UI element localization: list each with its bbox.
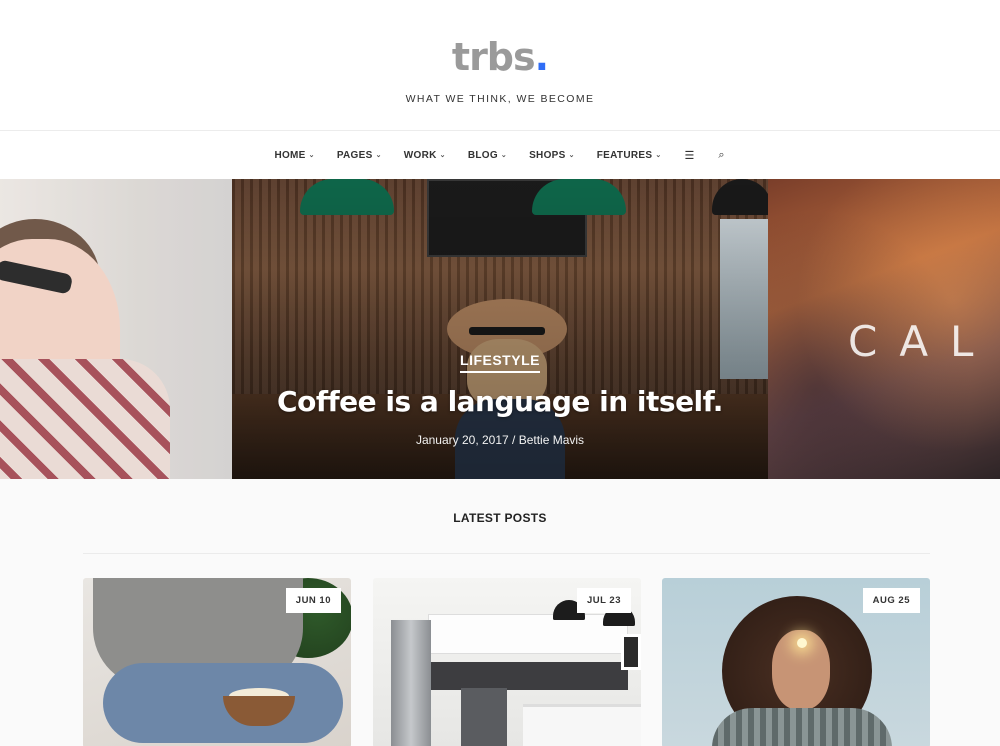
search-icon[interactable]: ⌕ [718,149,724,162]
chevron-down-icon: ⌄ [375,152,382,159]
date-badge: AUG 25 [862,588,920,613]
nav-item-features[interactable]: FEATURES ⌄ [597,150,662,161]
post-card[interactable]: JUL 23 [373,578,641,746]
slide-meta: January 20, 2017 / Bettie Mavis [415,433,585,447]
nav-item-work[interactable]: WORK ⌄ [404,150,446,161]
site-tagline: WHAT WE THINK, WE BECOME [405,93,595,105]
fridge-graphic [391,620,431,746]
backsplash-graphic [428,662,628,690]
nav-item-blog[interactable]: BLOG ⌄ [468,150,507,161]
nav-item-label: PAGES [336,149,373,161]
chevron-down-icon: ⌄ [308,152,315,159]
site-header: trbs. WHAT WE THINK, WE BECOME [0,0,1000,130]
chevron-down-icon: ⌄ [500,152,508,159]
section-divider [83,553,930,554]
sparkler-graphic [797,638,807,648]
slide-next[interactable]: CAL [768,179,1000,479]
nav-item-label: FEATURES [596,149,653,161]
chevron-down-icon: ⌄ [439,152,446,159]
nav-item-label: HOME [274,149,306,161]
date-badge: JUL 23 [577,588,631,613]
logo-dot: . [534,35,549,79]
post-card[interactable]: AUG 25 [662,578,930,746]
nav-item-shops[interactable]: SHOPS ⌄ [529,150,575,161]
main-nav: HOME ⌄ PAGES ⌄ WORK ⌄ BLOG ⌄ SHOPS ⌄ FEA… [0,130,1000,179]
logo-text[interactable]: trbs [452,35,536,79]
hero-slider: LIFESTYLE Coffee is a language in itself… [0,179,1000,479]
slide-previous[interactable] [0,179,232,479]
post-card[interactable]: JUN 10 [83,578,351,746]
slide-overlay [0,179,232,479]
nav-item-pages[interactable]: PAGES ⌄ [337,150,382,161]
nav-item-label: BLOG [467,149,498,161]
slide-category: LIFESTYLE [232,352,768,373]
sweater-graphic [712,708,892,746]
category-link[interactable]: LIFESTYLE [460,352,540,373]
wall-frame-graphic [621,634,641,670]
slide-next-title: CAL [848,317,996,366]
hamburger-menu-icon[interactable]: ☰ [685,149,695,162]
latest-posts-section: LATEST POSTS JUN 10 JUL 23 AUG 25 [0,479,1000,746]
date-badge: JUN 10 [285,588,341,613]
island-graphic [523,704,641,746]
nav-item-home[interactable]: HOME ⌄ [274,150,314,161]
chevron-down-icon: ⌄ [655,152,662,159]
section-title: LATEST POSTS [453,511,547,525]
slide-title[interactable]: Coffee is a language in itself. [232,385,768,418]
slide-caption: LIFESTYLE Coffee is a language in itself… [232,179,768,479]
cabinets-graphic [428,614,628,654]
oven-graphic [461,688,507,746]
nav-item-label: WORK [403,149,437,161]
nav-item-label: SHOPS [529,149,566,161]
chevron-down-icon: ⌄ [568,152,575,159]
site-logo[interactable]: trbs. [0,35,1000,79]
